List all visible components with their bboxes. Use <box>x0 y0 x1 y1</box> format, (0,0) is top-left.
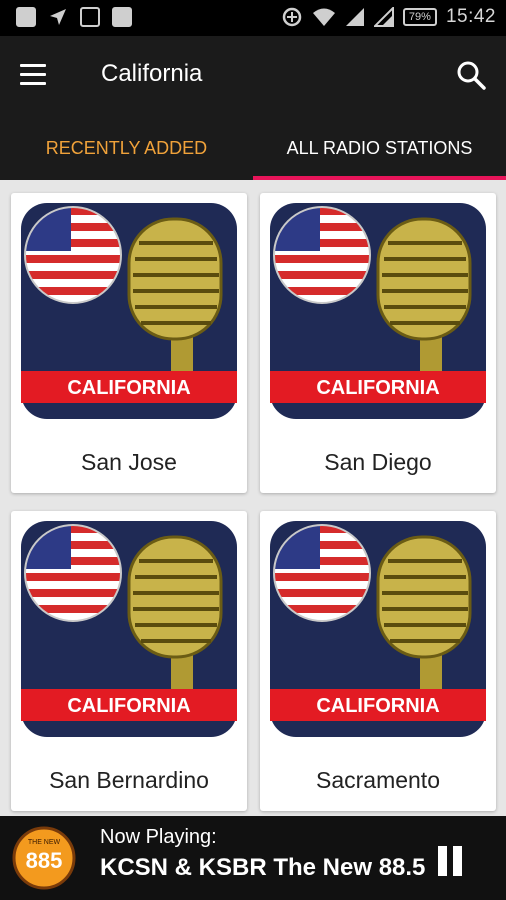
now-playing-title: KCSN & KSBR The New 88.5 <box>100 854 426 881</box>
pause-icon[interactable] <box>438 846 464 876</box>
station-name: Sacramento <box>315 767 440 793</box>
status-bar-left-icons <box>16 7 132 27</box>
hamburger-menu-icon[interactable] <box>20 58 60 94</box>
station-banner-text: CALIFORNIA <box>67 377 190 399</box>
tab-bar: RECENTLY ADDED ALL RADIO STATIONS <box>0 126 506 180</box>
notification-icon <box>16 7 36 27</box>
signal-2-icon <box>373 7 394 27</box>
search-icon[interactable] <box>454 58 488 92</box>
station-card-san-jose[interactable]: CALIFORNIA San Jose <box>11 193 247 493</box>
now-playing-bar[interactable]: THE NEW 885 Now Playing: KCSN & KSBR The… <box>0 816 506 900</box>
app-bar: California RECENTLY ADDED ALL RADIO STAT… <box>0 36 506 180</box>
svg-text:885: 885 <box>26 848 63 873</box>
tab-recently-added[interactable]: RECENTLY ADDED <box>0 126 253 180</box>
tab-all-radio-stations[interactable]: ALL RADIO STATIONS <box>253 126 506 180</box>
station-name: San Diego <box>324 449 432 475</box>
station-logo: THE NEW 885 <box>12 826 76 890</box>
station-name: San Bernardino <box>49 767 209 793</box>
status-time: 15:42 <box>445 6 496 27</box>
station-banner-text: CALIFORNIA <box>316 377 439 399</box>
image-icon <box>80 7 100 27</box>
station-thumbnail: CALIFORNIA <box>270 203 486 419</box>
status-bar: 79% 15:42 <box>0 0 506 36</box>
station-card-sacramento[interactable]: CALIFORNIA Sacramento <box>260 511 496 811</box>
station-thumbnail: CALIFORNIA <box>270 521 486 737</box>
page-title: California <box>101 60 203 87</box>
station-card-san-bernardino[interactable]: CALIFORNIA San Bernardino <box>11 511 247 811</box>
station-card-san-diego[interactable]: CALIFORNIA San Diego <box>260 193 496 493</box>
status-bar-right-icons: 79% 15:42 <box>281 6 496 28</box>
station-thumbnail: CALIFORNIA <box>21 521 237 737</box>
wifi-icon <box>312 8 335 26</box>
station-name: San Jose <box>81 449 177 475</box>
data-saver-icon <box>282 7 302 27</box>
station-grid: CALIFORNIA San Jose CALIFORNIA San Diego… <box>0 180 506 816</box>
navigation-icon <box>50 9 66 25</box>
signal-icon <box>345 8 364 26</box>
station-thumbnail: CALIFORNIA <box>21 203 237 419</box>
now-playing-label: Now Playing: <box>100 826 217 848</box>
svg-text:THE NEW: THE NEW <box>28 839 61 846</box>
app-icon <box>112 7 132 27</box>
battery-indicator: 79% <box>402 8 437 26</box>
station-banner-text: CALIFORNIA <box>67 695 190 717</box>
station-banner-text: CALIFORNIA <box>316 695 439 717</box>
